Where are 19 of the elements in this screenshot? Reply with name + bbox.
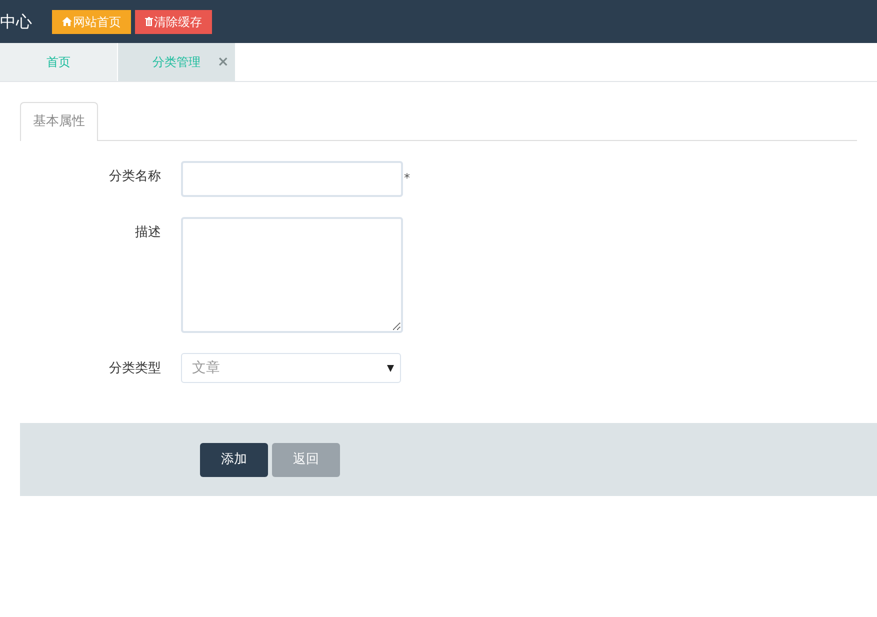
close-tab-button[interactable]: × [217,52,229,72]
description-field[interactable] [181,217,403,333]
field-label: 分类名称 [108,168,162,186]
form-tab[interactable]: 基本属性 [20,102,98,141]
home-icon [62,17,72,26]
dropdown-arrow-icon [387,364,394,372]
site-title: 中心 [0,10,32,32]
type-select[interactable]: 文章 [181,353,401,383]
add-button[interactable]: 添加 [200,442,268,476]
page-tab[interactable]: 分类管理 × [118,43,235,81]
name-field[interactable] [181,161,403,197]
required-mark: * [404,170,410,187]
trash-icon [145,17,153,26]
home-button[interactable]: 网站首页 [52,10,131,34]
page-tab[interactable]: 首页 [0,43,117,81]
clear-cache-button[interactable]: 清除缓存 [135,10,212,34]
field-label: 分类类型 [108,360,162,378]
back-button[interactable]: 返回 [272,442,340,476]
field-label: 描述 [134,224,162,242]
